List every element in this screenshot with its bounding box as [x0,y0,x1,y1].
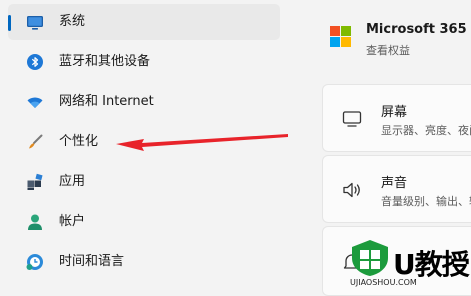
wifi-icon [27,97,43,108]
nav-item-accounts[interactable]: 帐户 [8,204,280,240]
nav-label-bluetooth: 蓝牙和其他设备 [59,54,151,69]
sound-title: 声音 [381,176,408,191]
display-title: 屏幕 [381,105,408,120]
nav-item-system[interactable]: 系统 [8,4,280,40]
speaker-icon [343,182,360,198]
bluetooth-icon [27,54,43,70]
watermark-logo: U教授 UJIAOSHOU.COM [340,234,471,290]
clock-globe-icon [26,254,43,270]
nav-item-apps[interactable]: 应用 [8,164,280,200]
display-subtitle: 显示器、亮度、夜间 [381,124,471,137]
monitor-icon [27,16,43,30]
sound-subtitle: 音量级别、输出、输入 [381,195,471,208]
nav-label-network: 网络和 Internet [59,94,154,109]
watermark-shield-icon [352,240,388,276]
microsoft365-card[interactable]: Microsoft 365 查看权益 [322,12,471,62]
display-icon [342,111,362,127]
selection-indicator [8,15,11,31]
microsoft365-title: Microsoft 365 [366,22,467,37]
watermark-subtext: UJIAOSHOU.COM [350,278,417,287]
microsoft-logo-icon [330,26,351,47]
person-icon [28,214,42,230]
microsoft365-link[interactable]: 查看权益 [366,42,410,58]
display-card[interactable]: 屏幕 显示器、亮度、夜间 [322,84,471,152]
nav-item-bluetooth[interactable]: 蓝牙和其他设备 [8,44,280,80]
nav-label-apps: 应用 [59,174,86,189]
nav-label-accounts: 帐户 [59,214,86,229]
watermark-text: U教授 [393,248,470,281]
nav-item-network[interactable]: 网络和 Internet [8,84,280,120]
annotation-arrow [116,134,288,151]
brush-icon [29,134,43,149]
apps-icon [27,173,43,190]
nav-label-personalization: 个性化 [59,134,99,149]
nav-label-system: 系统 [59,14,86,29]
nav-item-time-language[interactable]: 时间和语言 [8,244,280,280]
sound-card[interactable]: 声音 音量级别、输出、输入 [322,155,471,223]
nav-label-time-language: 时间和语言 [59,254,125,269]
